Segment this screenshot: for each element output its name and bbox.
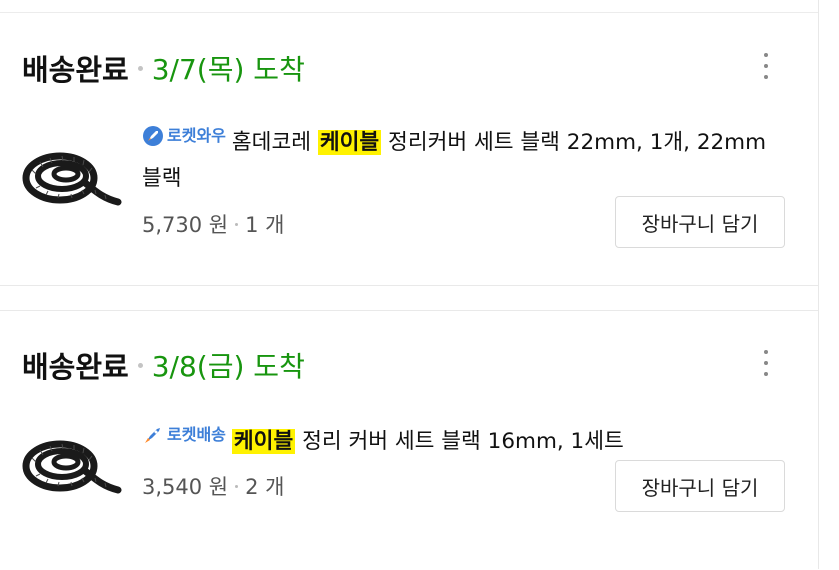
price: 3,540 원 bbox=[142, 475, 229, 499]
price-quantity: 5,730 원 1 개 bbox=[142, 209, 284, 239]
product-title[interactable]: 로켓배송 케이블 정리 커버 세트 블랙 16mm, 1세트 bbox=[142, 417, 782, 460]
order-card: 배송완료 3/8(금) 도착 로켓배송 케이블 정리 커버 세트 블랙 16mm… bbox=[0, 310, 818, 570]
quantity: 1 개 bbox=[245, 213, 285, 237]
delivery-status: 배송완료 bbox=[22, 53, 129, 87]
badge-label: 로켓와우 bbox=[167, 126, 226, 145]
rocket-wow-icon bbox=[143, 126, 163, 146]
separator-dot bbox=[235, 222, 239, 226]
price-quantity: 3,540 원 2 개 bbox=[142, 471, 284, 501]
badge-label: 로켓배송 bbox=[167, 425, 226, 444]
more-options-icon[interactable] bbox=[763, 53, 769, 79]
delivery-status: 배송완료 bbox=[22, 350, 129, 384]
rocket-delivery-badge: 로켓배송 bbox=[142, 417, 226, 453]
order-card: 배송완료 3/7(목) 도착 로켓와우 홈데코레 케이블 정리커버 세트 블랙 … bbox=[0, 13, 818, 286]
arrival-date: 3/8(금) 도착 bbox=[151, 350, 305, 383]
product-image[interactable] bbox=[22, 428, 122, 504]
rocket-wow-badge: 로켓와우 bbox=[142, 118, 226, 154]
price: 5,730 원 bbox=[142, 213, 229, 237]
add-to-cart-button[interactable]: 장바구니 담기 bbox=[615, 460, 785, 512]
order-header: 배송완료 3/7(목) 도착 bbox=[22, 48, 305, 88]
arrival-date: 3/7(목) 도착 bbox=[151, 53, 305, 86]
title-text-before: 홈데코레 bbox=[231, 130, 318, 155]
search-highlight: 케이블 bbox=[317, 130, 382, 155]
product-title[interactable]: 로켓와우 홈데코레 케이블 정리커버 세트 블랙 22mm, 1개, 22mm … bbox=[142, 118, 782, 197]
order-header: 배송완료 3/8(금) 도착 bbox=[22, 345, 305, 385]
separator-dot bbox=[137, 362, 143, 368]
right-divider bbox=[818, 0, 819, 569]
product-image[interactable] bbox=[22, 140, 122, 216]
separator-dot bbox=[235, 484, 239, 488]
search-highlight: 케이블 bbox=[231, 429, 296, 454]
add-to-cart-button[interactable]: 장바구니 담기 bbox=[615, 196, 785, 248]
rocket-icon bbox=[145, 428, 160, 443]
quantity: 2 개 bbox=[245, 475, 285, 499]
separator-dot bbox=[137, 65, 143, 71]
title-text-after: 정리 커버 세트 블랙 16mm, 1세트 bbox=[295, 429, 624, 454]
more-options-icon[interactable] bbox=[763, 350, 769, 376]
